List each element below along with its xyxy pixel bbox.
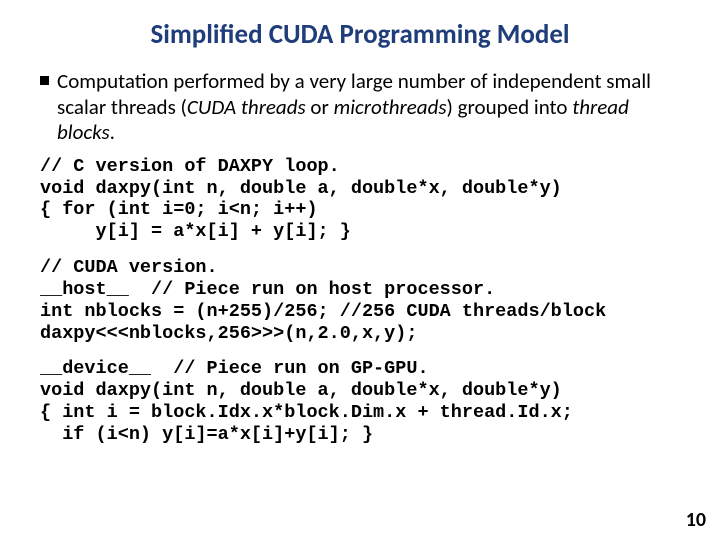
slide-title: Simplified CUDA Programming Model (40, 18, 680, 51)
spacer (40, 243, 680, 257)
bullet-italic-2: microthreads (334, 94, 447, 120)
spacer (40, 344, 680, 358)
code-block-c: // C version of DAXPY loop. void daxpy(i… (40, 156, 680, 243)
bullet-text-mid2: ) grouped into (447, 94, 573, 120)
bullet-text: Computation performed by a very large nu… (57, 69, 680, 146)
page-number: 10 (686, 508, 706, 532)
code-block-cuda-host: // CUDA version. __host__ // Piece run o… (40, 257, 680, 344)
bullet-square-icon (40, 76, 49, 85)
slide: Simplified CUDA Programming Model Comput… (0, 0, 720, 446)
code-block-cuda-device: __device__ // Piece run on GP-GPU. void … (40, 358, 680, 445)
bullet-item: Computation performed by a very large nu… (40, 69, 680, 146)
bullet-italic-1: CUDA threads (187, 94, 306, 120)
bullet-text-mid1: or (306, 94, 334, 120)
bullet-text-post: . (110, 119, 115, 145)
